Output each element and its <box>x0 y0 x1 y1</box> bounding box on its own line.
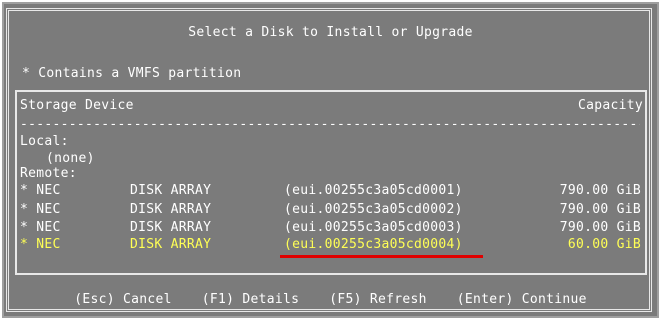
refresh-key-hint[interactable]: (F5) Refresh <box>329 292 427 307</box>
disk-capacity: 790.00 GiB <box>559 183 641 198</box>
red-annotation-underline <box>280 255 483 258</box>
disk-vendor: * NEC <box>20 220 61 235</box>
dialog-title: Select a Disk to Install or Upgrade <box>188 25 473 40</box>
disk-model: DISK ARRAY <box>130 220 212 235</box>
remote-group-label: Remote: <box>20 166 77 181</box>
disk-model: DISK ARRAY <box>130 237 212 252</box>
disk-id: (eui.00255c3a05cd0003) <box>284 220 463 235</box>
disk-id: (eui.00255c3a05cd0004) <box>284 237 463 252</box>
disk-capacity: 790.00 GiB <box>559 220 641 235</box>
disk-capacity: 790.00 GiB <box>559 202 641 217</box>
disk-vendor: * NEC <box>20 237 61 252</box>
continue-key-hint[interactable]: (Enter) Continue <box>457 292 587 307</box>
column-header-capacity: Capacity <box>577 98 643 113</box>
local-none-text: (none) <box>46 151 95 166</box>
disk-model: DISK ARRAY <box>130 183 212 198</box>
cancel-key-hint[interactable]: (Esc) Cancel <box>74 292 172 307</box>
column-header-storage-device: Storage Device <box>20 98 134 113</box>
disk-model: DISK ARRAY <box>130 202 212 217</box>
disk-capacity: 60.00 GiB <box>567 237 641 252</box>
disk-id: (eui.00255c3a05cd0002) <box>284 202 463 217</box>
disk-vendor: * NEC <box>20 202 61 217</box>
details-key-hint[interactable]: (F1) Details <box>202 292 300 307</box>
disk-vendor: * NEC <box>20 183 61 198</box>
header-separator: ----------------------------------------… <box>20 117 640 132</box>
disk-id: (eui.00255c3a05cd0001) <box>284 183 463 198</box>
vmfs-legend: * Contains a VMFS partition <box>22 66 242 81</box>
key-hint-bar: (Esc) Cancel (F1) Details (F5) Refresh (Ent… <box>0 292 661 307</box>
local-group-label: Local: <box>20 134 69 149</box>
